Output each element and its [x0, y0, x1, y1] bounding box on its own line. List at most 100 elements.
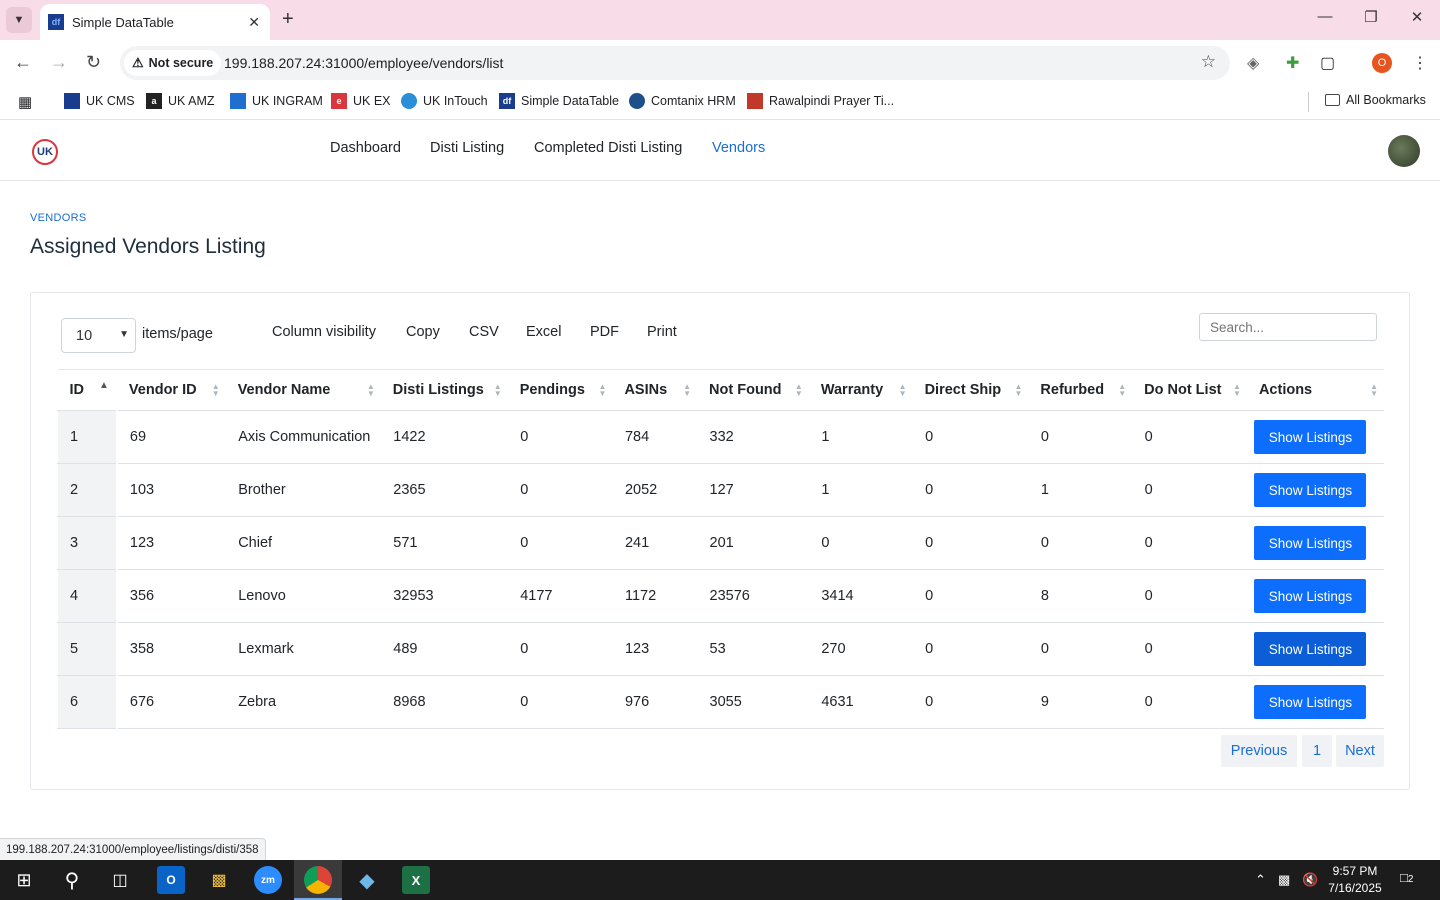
forward-icon[interactable]: →: [50, 52, 68, 73]
apps-grid-icon[interactable]: ▦: [18, 93, 32, 111]
col-header-vendor-name[interactable]: Vendor Name ▲ ▼: [225, 369, 381, 411]
show-listings-button[interactable]: Show Listings: [1254, 579, 1367, 613]
volume-muted-icon[interactable]: 🔇: [1302, 872, 1318, 888]
cell-asins: 784: [611, 410, 698, 464]
nav-disti-listing[interactable]: Disti Listing: [430, 140, 504, 156]
bookmark-uk-cms[interactable]: UK CMS: [64, 93, 135, 109]
pagination-next[interactable]: Next: [1336, 735, 1384, 767]
omnibox[interactable]: ⚠ Not secure 199.188.207.24:31000/employ…: [120, 46, 1230, 80]
minimize-icon[interactable]: —: [1302, 8, 1348, 25]
col-header-actions[interactable]: Actions ▲ ▼: [1246, 369, 1384, 411]
copy-button[interactable]: Copy: [406, 324, 440, 340]
windows-start-icon[interactable]: ⊞: [10, 866, 38, 894]
back-icon[interactable]: ←: [14, 52, 32, 73]
translate-globe-icon[interactable]: ◈: [1247, 53, 1259, 73]
csv-button[interactable]: CSV: [469, 324, 499, 340]
bookmark-comtanix-hrm[interactable]: Comtanix HRM: [629, 93, 736, 109]
cell-direct-ship: 0: [912, 622, 1029, 676]
show-listings-button[interactable]: Show Listings: [1254, 632, 1367, 666]
pagination-previous[interactable]: Previous: [1221, 735, 1297, 767]
folder-icon: [1325, 94, 1340, 106]
cell-asins: 241: [611, 516, 698, 570]
browser-tab[interactable]: df Simple DataTable ✕: [40, 4, 270, 40]
cell-vendor-id: 676: [116, 675, 226, 729]
print-button[interactable]: Print: [647, 324, 677, 340]
excel-button[interactable]: Excel: [526, 324, 561, 340]
windows-taskbar: ⊞ ⚲ ◫ O ▩ zm ◆ X ⌃ ▩ 🔇 9:57 PM 7/16/2025…: [0, 860, 1440, 900]
tab-search-chevron-icon[interactable]: ▼: [6, 7, 32, 33]
col-header-id[interactable]: ID ▲: [57, 369, 117, 411]
url-text[interactable]: 199.188.207.24:31000/employee/vendors/li…: [224, 55, 503, 71]
show-listings-button[interactable]: Show Listings: [1254, 420, 1367, 454]
bookmark-star-icon[interactable]: ☆: [1201, 52, 1216, 72]
bookmark-simple-datatable[interactable]: df Simple DataTable: [499, 93, 619, 109]
pagination-page-1[interactable]: 1: [1302, 735, 1332, 767]
bookmark-rawalpindi-prayer[interactable]: Rawalpindi Prayer Ti...: [747, 93, 894, 109]
breadcrumb[interactable]: VENDORS: [30, 212, 87, 224]
col-header-asins[interactable]: ASINs ▲ ▼: [612, 369, 698, 411]
per-page-select[interactable]: 10 ▼: [61, 318, 136, 353]
window-close-icon[interactable]: ✕: [1394, 8, 1440, 26]
cell-actions: Show Listings: [1246, 410, 1384, 464]
cell-pendings: 0: [507, 410, 613, 464]
tab-close-icon[interactable]: ✕: [248, 14, 260, 31]
show-listings-button[interactable]: Show Listings: [1254, 526, 1367, 560]
notifications-icon[interactable]: □2: [1400, 870, 1413, 885]
zoom-icon[interactable]: zm: [254, 866, 282, 894]
cell-do-not-list: 0: [1131, 569, 1247, 623]
chrome-icon[interactable]: [304, 866, 332, 894]
tray-chevron-up-icon[interactable]: ⌃: [1255, 872, 1266, 888]
col-header-pendings[interactable]: Pendings ▲ ▼: [507, 369, 613, 411]
col-header-direct-ship[interactable]: Direct Ship ▲ ▼: [912, 369, 1029, 411]
bookmark-uk-ingram[interactable]: UK INGRAM: [230, 93, 323, 109]
restore-icon[interactable]: ❐: [1348, 8, 1394, 26]
pdf-button[interactable]: PDF: [590, 324, 619, 340]
new-tab-icon[interactable]: +: [282, 8, 294, 31]
outlook-icon[interactable]: O: [157, 866, 185, 894]
excel-icon[interactable]: X: [402, 866, 430, 894]
show-listings-button[interactable]: Show Listings: [1254, 685, 1367, 719]
security-chip[interactable]: ⚠ Not secure: [124, 50, 222, 76]
sort-icon: ▲ ▼: [1370, 382, 1378, 398]
nav-completed-disti-listing[interactable]: Completed Disti Listing: [534, 140, 682, 156]
comtanix-icon: [629, 93, 645, 109]
user-avatar[interactable]: [1388, 135, 1420, 167]
col-header-vendor-id[interactable]: Vendor ID ▲ ▼: [116, 369, 226, 411]
search-input[interactable]: [1199, 313, 1377, 341]
file-explorer-icon[interactable]: ▩: [205, 866, 233, 894]
nav-dashboard[interactable]: Dashboard: [330, 140, 401, 156]
cell-asins: 1172: [611, 569, 698, 623]
cell-refurbed: 0: [1027, 622, 1133, 676]
profile-avatar-icon[interactable]: O: [1372, 53, 1392, 73]
column-visibility-button[interactable]: Column visibility: [272, 324, 376, 340]
bookmark-uk-intouch[interactable]: UK InTouch: [401, 93, 488, 109]
app-diamond-icon[interactable]: ◆: [353, 866, 381, 894]
cell-id: 3: [56, 516, 118, 570]
browser-menu-icon[interactable]: ⋮: [1412, 53, 1428, 73]
show-listings-button[interactable]: Show Listings: [1254, 473, 1367, 507]
bookmark-uk-amz[interactable]: a UK AMZ: [146, 93, 215, 109]
col-header-refurbed[interactable]: Refurbed ▲ ▼: [1028, 369, 1133, 411]
col-header-disti-listings[interactable]: Disti Listings ▲ ▼: [380, 369, 508, 411]
cell-pendings: 0: [507, 675, 613, 729]
task-view-icon[interactable]: ◫: [106, 866, 134, 894]
extensions-puzzle-icon[interactable]: ▢: [1320, 53, 1335, 73]
search-icon[interactable]: ⚲: [58, 866, 86, 894]
bookmark-uk-ex[interactable]: e UK EX: [331, 93, 391, 109]
network-icon[interactable]: ▩: [1278, 872, 1290, 888]
intouch-icon: [401, 93, 417, 109]
system-clock[interactable]: 9:57 PM 7/16/2025: [1322, 863, 1388, 897]
col-header-warranty[interactable]: Warranty ▲ ▼: [808, 369, 913, 411]
all-bookmarks[interactable]: All Bookmarks: [1325, 93, 1426, 107]
reload-icon[interactable]: ↻: [86, 52, 101, 73]
extension-plus-icon[interactable]: ✚: [1286, 53, 1299, 73]
warning-icon: ⚠: [132, 55, 144, 70]
col-header-do-not-list[interactable]: Do Not List ▲ ▼: [1132, 369, 1247, 411]
clock-time: 9:57 PM: [1332, 864, 1378, 878]
uk-logo[interactable]: UK: [32, 139, 58, 165]
col-header-not-found[interactable]: Not Found ▲ ▼: [697, 369, 809, 411]
cell-refurbed: 0: [1027, 516, 1133, 570]
sort-icon: ▲ ▼: [794, 382, 803, 398]
link-status-bubble: 199.188.207.24:31000/employee/listings/d…: [0, 838, 266, 860]
nav-vendors[interactable]: Vendors: [712, 140, 765, 156]
